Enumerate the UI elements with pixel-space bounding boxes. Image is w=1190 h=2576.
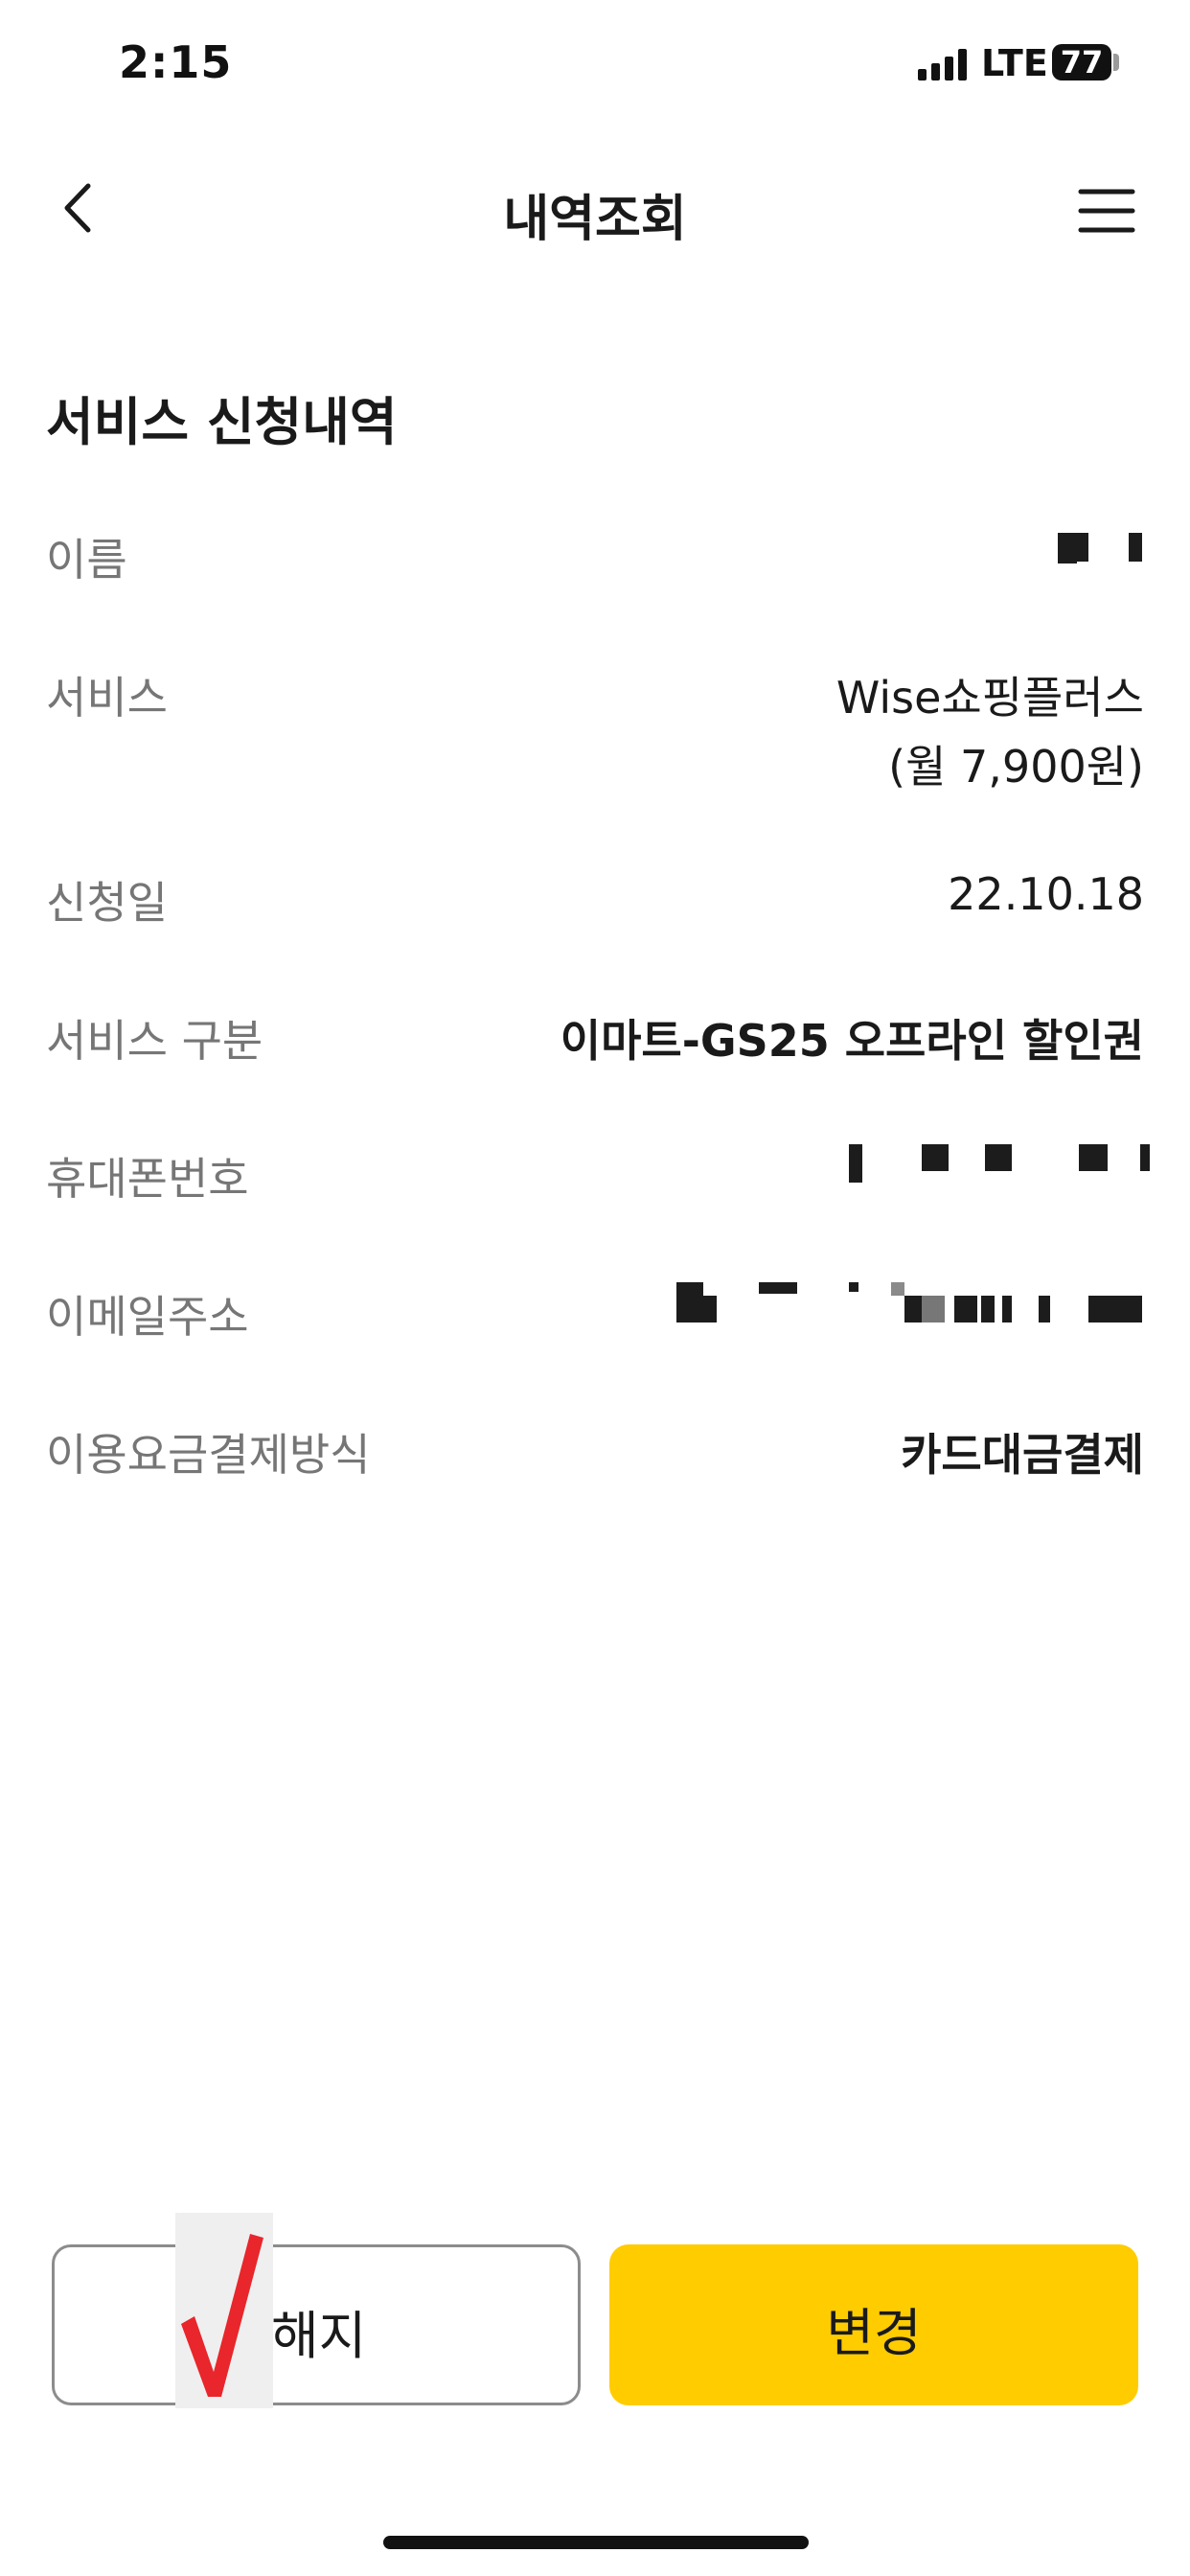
page-title: 내역조회 xyxy=(503,191,687,248)
row-label-name: 이름 xyxy=(46,534,127,586)
info-row-name: 이름 xyxy=(46,525,1144,592)
phone-redacted xyxy=(849,1144,1156,1202)
header: 내역조회 xyxy=(0,153,1190,268)
cancel-subscription-button[interactable]: 해지 xyxy=(52,2213,581,2408)
info-row-service: 서비스 Wise쇼핑플러스 (월 7,900원) xyxy=(46,663,1144,816)
row-value-service-type: 이마트-GS25 오프라인 할인권 xyxy=(560,1015,1144,1067)
signal-strength-icon xyxy=(918,48,968,80)
battery-icon: 77 xyxy=(1052,44,1111,80)
change-button-label: 변경 xyxy=(826,2303,922,2363)
info-row-phone: 휴대폰번호 xyxy=(46,1144,1150,1211)
row-value-payment: 카드대금결제 xyxy=(901,1429,1144,1481)
status-time: 2:15 xyxy=(119,36,233,88)
row-label-email: 이메일주소 xyxy=(46,1291,249,1343)
check-mark-icon xyxy=(181,2234,263,2397)
network-type-label: LTE xyxy=(981,42,1048,84)
change-button[interactable]: 변경 xyxy=(609,2244,1138,2405)
row-value-date: 22.10.18 xyxy=(948,868,1144,920)
info-row-email: 이메일주소 xyxy=(46,1282,1144,1349)
hamburger-menu-icon xyxy=(1078,189,1135,233)
email-redacted xyxy=(676,1282,1156,1340)
row-value-service: Wise쇼핑플러스 (월 7,900원) xyxy=(836,663,1144,801)
battery-tip xyxy=(1113,54,1119,71)
cancel-button-label: 해지 xyxy=(271,2306,367,2366)
service-name: Wise쇼핑플러스 xyxy=(835,672,1144,724)
row-label-payment: 이용요금결제방식 xyxy=(46,1429,371,1481)
name-redacted xyxy=(1058,525,1144,583)
status-bar: 2:15 LTE 77 xyxy=(0,0,1190,134)
row-label-date: 신청일 xyxy=(46,877,168,929)
info-row-service-type: 서비스 구분 이마트-GS25 오프라인 할인권 xyxy=(46,1006,1144,1073)
row-label-service-type: 서비스 구분 xyxy=(46,1015,263,1067)
service-price: (월 7,900원) xyxy=(888,741,1144,793)
home-indicator xyxy=(383,2536,809,2549)
info-row-payment: 이용요금결제방식 카드대금결제 xyxy=(46,1420,1144,1487)
section-title: 서비스 신청내역 xyxy=(46,392,398,452)
info-row-date: 신청일 22.10.18 xyxy=(46,868,1144,935)
row-label-phone: 휴대폰번호 xyxy=(46,1153,249,1205)
row-label-service: 서비스 xyxy=(46,672,168,724)
menu-button[interactable] xyxy=(1073,182,1140,240)
